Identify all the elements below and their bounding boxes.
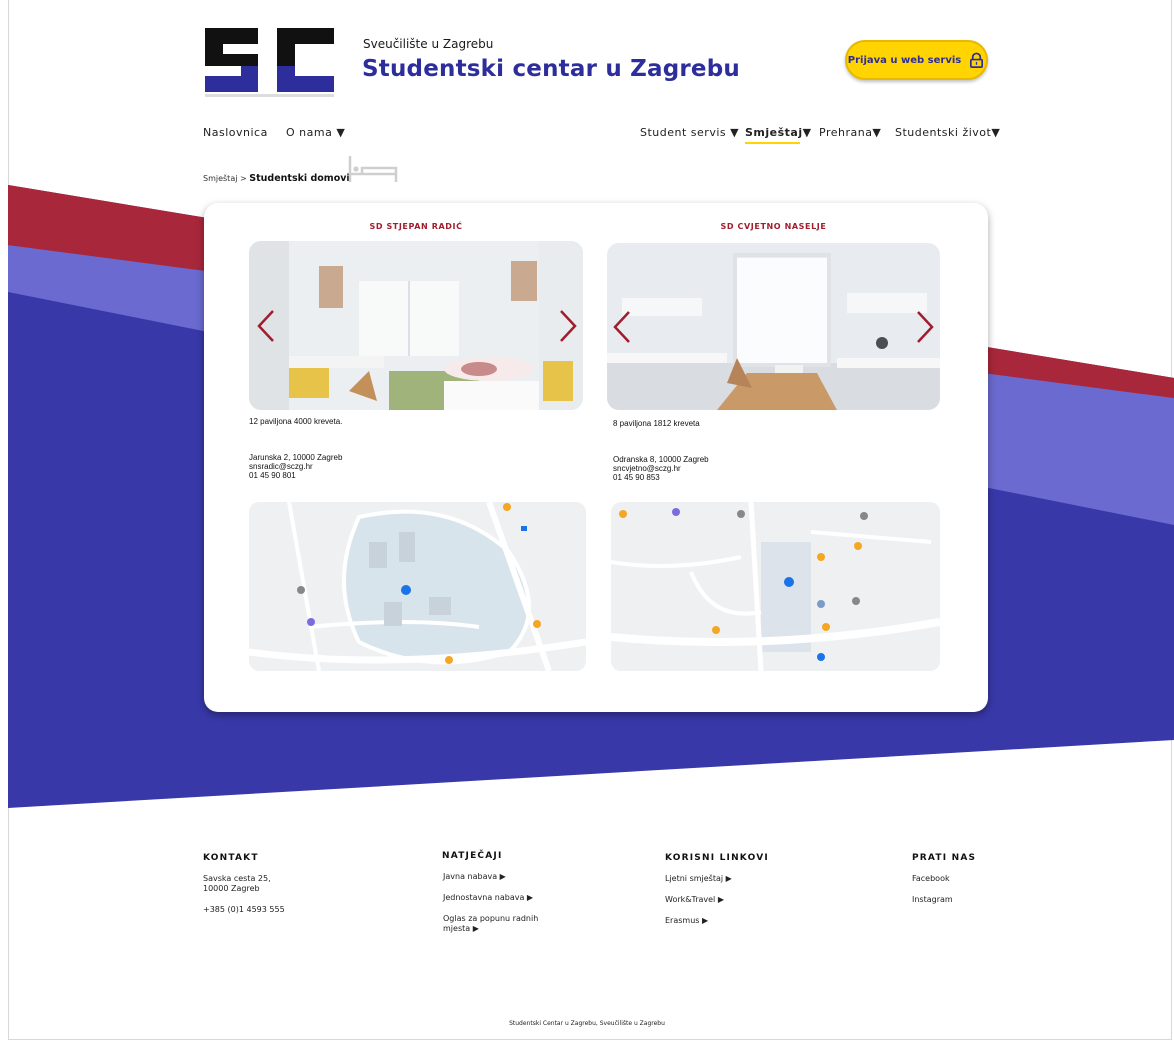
carousel-prev-icon[interactable] xyxy=(611,309,633,345)
nav-studentski-zivot[interactable]: Studentski život▼ xyxy=(895,126,1000,139)
footer-link-oglas[interactable]: Oglas za popunu radnih xyxy=(443,914,538,924)
nav-o-nama[interactable]: O nama ▼ xyxy=(286,126,345,139)
dorm-phone: 01 45 90 801 xyxy=(249,471,296,480)
lock-icon xyxy=(970,52,984,68)
active-underline xyxy=(745,142,800,144)
nav-prehrana[interactable]: Prehrana▼ xyxy=(819,126,881,139)
nav-student-servis[interactable]: Student servis ▼ xyxy=(640,126,739,139)
footer-link-jednostavna-nabava[interactable]: Jednostavna nabava ▶ xyxy=(443,893,533,903)
footer-link-ljetni-smjestaj[interactable]: Ljetni smještaj ▶ xyxy=(665,874,732,884)
footer-link-work-travel[interactable]: Work&Travel ▶ xyxy=(665,895,724,905)
footer-prati-title: PRATI NAS xyxy=(912,853,977,863)
dorm-photo-carousel[interactable] xyxy=(249,241,583,410)
site-title[interactable]: Studentski centar u Zagrebu xyxy=(362,56,740,82)
nav-naslovnica[interactable]: Naslovnica xyxy=(203,126,268,139)
dorm-photo-carousel[interactable] xyxy=(607,243,940,410)
carousel-next-icon[interactable] xyxy=(914,309,936,345)
footer-copyright: Studentski Centar u Zagrebu, Sveučilište… xyxy=(509,1020,665,1027)
dorm-phone: 01 45 90 853 xyxy=(613,473,660,482)
sc-logo[interactable] xyxy=(203,26,336,98)
dorm-capacity: 8 paviljona 1812 kreveta xyxy=(613,419,700,428)
dorm-title: SD CVJETNO NASELJE xyxy=(720,222,827,231)
dorm-map[interactable] xyxy=(611,502,940,671)
footer-link-erasmus[interactable]: Erasmus ▶ xyxy=(665,916,708,926)
login-button-label: Prijava u web servis xyxy=(847,54,962,66)
nav-smjestaj[interactable]: Smještaj▼ xyxy=(745,126,812,144)
footer-phone[interactable]: +385 (0)1 4593 555 xyxy=(203,905,285,915)
carousel-next-icon[interactable] xyxy=(557,308,579,344)
university-name: Sveučilište u Zagrebu xyxy=(363,37,494,51)
login-button[interactable]: Prijava u web servis xyxy=(845,40,988,80)
nav-smjestaj-label: Smještaj▼ xyxy=(745,126,812,139)
footer-kontakt-title: KONTAKT xyxy=(203,853,259,863)
footer-link-javna-nabava[interactable]: Javna nabava ▶ xyxy=(443,872,506,882)
dorm-map[interactable] xyxy=(249,502,586,671)
footer-link-oglas-cont[interactable]: mjesta ▶ xyxy=(443,924,479,934)
carousel-prev-icon[interactable] xyxy=(255,308,277,344)
footer-natjecaji-title: NATJEČAJI xyxy=(442,851,503,861)
dorm-capacity: 12 paviljona 4000 kreveta. xyxy=(249,417,343,426)
footer-address-line1: Savska cesta 25, xyxy=(203,874,271,883)
breadcrumb: Smještaj > Studentski domovi xyxy=(203,173,350,184)
dorm-title: SD STJEPAN RADIĆ xyxy=(369,222,463,231)
footer-link-facebook[interactable]: Facebook xyxy=(912,874,950,884)
footer-link-instagram[interactable]: Instagram xyxy=(912,895,953,905)
breadcrumb-current: Studentski domovi xyxy=(249,173,350,184)
breadcrumb-parent[interactable]: Smještaj > xyxy=(203,174,247,183)
footer-address-line2: 10000 Zagreb xyxy=(203,884,260,893)
bed-icon xyxy=(348,156,398,182)
dorms-card: SD STJEPAN RADIĆ 12 paviljona 4000 kreve… xyxy=(204,203,988,712)
footer-korisni-title: KORISNI LINKOVI xyxy=(665,853,769,863)
